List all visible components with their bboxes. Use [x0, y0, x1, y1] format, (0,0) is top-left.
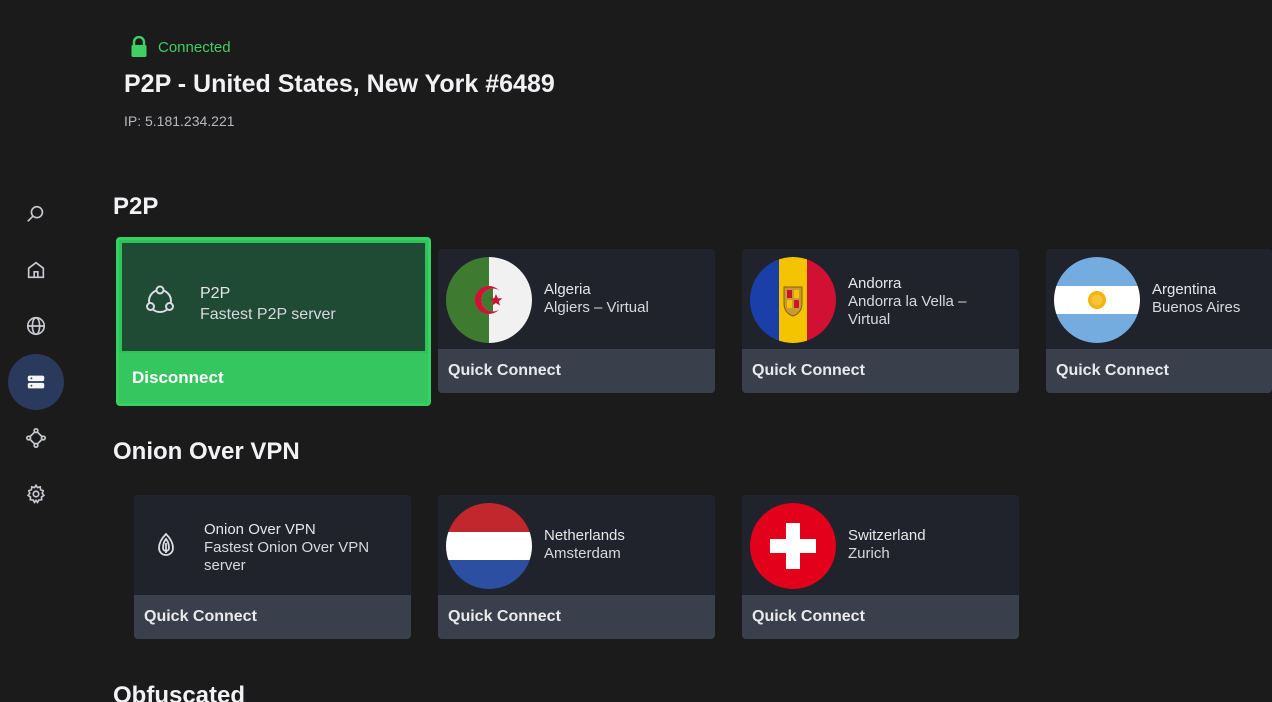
- connection-header: Connected P2P - United States, New York …: [124, 36, 555, 129]
- gear-icon: [26, 483, 46, 504]
- app-root: Connected P2P - United States, New York …: [0, 0, 1272, 702]
- card-title: Switzerland: [848, 527, 926, 544]
- globe-icon: [26, 316, 46, 336]
- nav-home[interactable]: [8, 242, 64, 298]
- nav-rail: [8, 186, 64, 522]
- card-text: Netherlands Amsterdam: [544, 527, 625, 563]
- card-title: Algeria: [544, 281, 591, 298]
- card-subtitle-2: Virtual: [848, 311, 891, 328]
- card-text: Onion Over VPN Fastest Onion Over VPN se…: [204, 521, 369, 575]
- card-text: Algeria Algiers – Virtual: [544, 281, 649, 317]
- quick-connect-button[interactable]: Quick Connect: [1046, 349, 1272, 393]
- argentina-flag-icon: [1054, 257, 1140, 343]
- card-body: Algeria Algiers – Virtual: [438, 249, 715, 349]
- card-text: Switzerland Zurich: [848, 527, 926, 563]
- quick-connect-button[interactable]: Quick Connect: [438, 595, 715, 639]
- home-icon: [27, 261, 45, 279]
- server-card-netherlands[interactable]: Netherlands Amsterdam Quick Connect: [438, 495, 715, 639]
- nav-settings[interactable]: [8, 466, 64, 522]
- quick-connect-button[interactable]: Quick Connect: [742, 595, 1019, 639]
- connection-status: Connected: [158, 38, 231, 56]
- algeria-flag-icon: [446, 257, 532, 343]
- netherlands-flag-icon: [446, 503, 532, 589]
- card-title: Argentina: [1152, 281, 1217, 298]
- card-body: Onion Over VPN Fastest Onion Over VPN se…: [134, 495, 411, 595]
- server-card-switzerland[interactable]: Switzerland Zurich Quick Connect: [742, 495, 1019, 639]
- card-text: Argentina Buenos Aires: [1152, 281, 1240, 317]
- card-subtitle: Amsterdam: [544, 545, 621, 562]
- card-body: Andorra Andorra la Vella – Virtual: [742, 249, 1019, 349]
- server-card-p2p[interactable]: P2P Fastest P2P server Disconnect: [116, 237, 431, 406]
- server-title: P2P - United States, New York #6489: [124, 70, 555, 98]
- card-title: Andorra: [848, 275, 902, 292]
- card-subtitle: Fastest Onion Over VPN: [204, 539, 370, 556]
- quick-connect-button[interactable]: Quick Connect: [134, 595, 411, 639]
- section-title-p2p: P2P: [113, 193, 159, 220]
- status-row: Connected: [130, 36, 561, 58]
- card-subtitle: Andorra la Vella –: [848, 293, 967, 310]
- card-subtitle: Zurich: [848, 545, 890, 562]
- mesh-icon: [26, 428, 46, 448]
- nav-servers[interactable]: [8, 354, 64, 410]
- p2p-icon: [140, 281, 180, 321]
- disconnect-button[interactable]: Disconnect: [119, 353, 428, 403]
- onion-icon: [152, 531, 180, 559]
- server-card-andorra[interactable]: Andorra Andorra la Vella – Virtual Quick…: [742, 249, 1019, 393]
- section-title-obfuscated: Obfuscated: [113, 682, 246, 702]
- quick-connect-button[interactable]: Quick Connect: [742, 349, 1019, 393]
- card-body: Argentina Buenos Aires: [1046, 249, 1272, 349]
- andorra-flag-icon: [750, 257, 836, 343]
- card-subtitle: Fastest P2P server: [200, 306, 336, 323]
- search-icon: [27, 205, 44, 222]
- switzerland-flag-icon: [750, 503, 836, 589]
- server-card-onion[interactable]: Onion Over VPN Fastest Onion Over VPN se…: [134, 495, 411, 639]
- card-text: Andorra Andorra la Vella – Virtual: [848, 275, 966, 329]
- card-subtitle: Buenos Aires: [1152, 299, 1241, 316]
- card-subtitle-2: server: [204, 557, 246, 574]
- section-title-onion: Onion Over VPN: [113, 438, 300, 465]
- nav-meshnet[interactable]: [8, 410, 64, 466]
- server-card-algeria[interactable]: Algeria Algiers – Virtual Quick Connect: [438, 249, 715, 393]
- card-body: P2P Fastest P2P server: [122, 243, 425, 351]
- card-body: Switzerland Zurich: [742, 495, 1019, 595]
- quick-connect-button[interactable]: Quick Connect: [438, 349, 715, 393]
- servers-icon: [27, 375, 45, 389]
- lock-icon: [130, 36, 148, 58]
- card-title: Onion Over VPN: [204, 521, 316, 538]
- card-subtitle: Algiers – Virtual: [544, 299, 649, 316]
- server-card-argentina[interactable]: Argentina Buenos Aires Quick Connect: [1046, 249, 1272, 393]
- card-body: Netherlands Amsterdam: [438, 495, 715, 595]
- card-text: P2P Fastest P2P server: [200, 283, 336, 325]
- card-title: Netherlands: [544, 527, 625, 544]
- server-ip: IP: 5.181.234.221: [124, 113, 235, 129]
- card-title: P2P: [200, 285, 231, 302]
- nav-search[interactable]: [8, 186, 64, 242]
- nav-globe[interactable]: [8, 298, 64, 354]
